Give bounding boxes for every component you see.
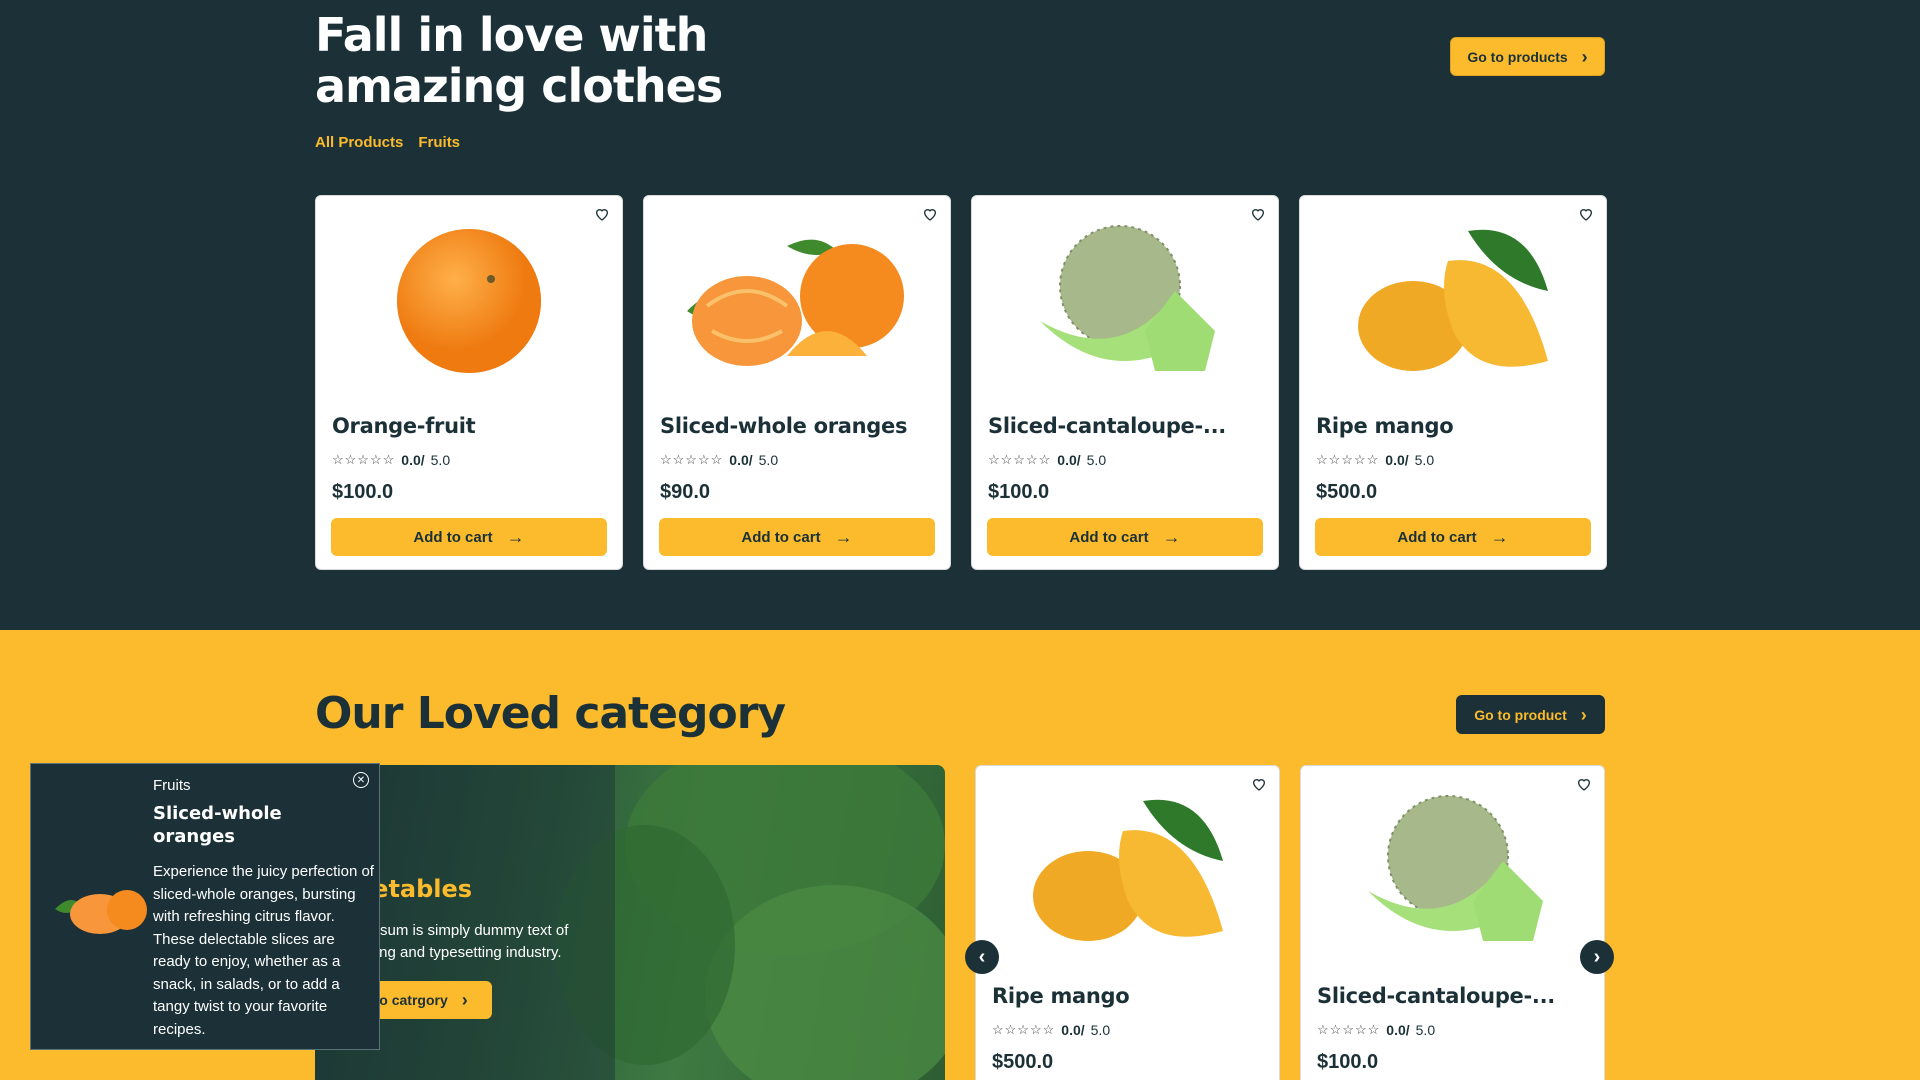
chevron-left-icon: ‹ (978, 945, 986, 968)
mango-image (1300, 216, 1606, 386)
arrow-right-icon: → (834, 526, 853, 547)
carousel-next-button[interactable]: › (1580, 940, 1614, 974)
add-to-cart-button[interactable]: Add to cart → (331, 518, 607, 556)
product-rating: ☆☆☆☆☆ 0.0/5.0 (1317, 1022, 1436, 1038)
product-price: $500.0 (1316, 481, 1378, 503)
filter-tabs: All Products Fruits (315, 134, 460, 151)
product-rating: ☆☆☆☆☆ 0.0/5.0 (332, 452, 451, 468)
product-price: $500.0 (992, 1051, 1054, 1073)
hero-section (0, 0, 1920, 630)
star-rating-icon: ☆☆☆☆☆ (1316, 452, 1380, 467)
arrow-right-icon: → (506, 526, 525, 547)
product-price: $100.0 (332, 481, 394, 503)
toast-description: Experience the juicy perfection of slice… (153, 863, 374, 1038)
product-price: $90.0 (660, 481, 711, 503)
mango-image (976, 786, 1279, 956)
product-name[interactable]: Sliced-whole oranges (660, 414, 940, 438)
product-rating: ☆☆☆☆☆ 0.0/5.0 (660, 452, 779, 468)
carousel-prev-button[interactable]: ‹ (965, 940, 999, 974)
banner-text: n Ipsum is simply dummy text of rinting … (355, 922, 569, 961)
product-notification-toast: Fruits Sliced-whole oranges Experience t… (30, 763, 380, 1050)
product-name[interactable]: Ripe mango (992, 984, 1272, 1008)
star-rating-icon: ☆☆☆☆☆ (992, 1022, 1056, 1037)
product-card[interactable]: Sliced-cantaloupe-... ☆☆☆☆☆ 0.0/5.0 $100.… (971, 195, 1279, 570)
product-card[interactable]: Sliced-whole oranges ☆☆☆☆☆ 0.0/5.0 $90.0 … (643, 195, 951, 570)
sliced-oranges-thumbnail (55, 890, 147, 934)
product-name[interactable]: Sliced-cantaloupe-... (988, 414, 1268, 438)
star-rating-icon: ☆☆☆☆☆ (1317, 1022, 1381, 1037)
star-rating-icon: ☆☆☆☆☆ (660, 452, 724, 467)
filter-all-products[interactable]: All Products (315, 134, 403, 151)
product-rating: ☆☆☆☆☆ 0.0/5.0 (988, 452, 1107, 468)
product-name[interactable]: Sliced-cantaloupe-... (1317, 984, 1597, 1008)
product-card[interactable]: Ripe mango ☆☆☆☆☆ 0.0/5.0 $500.0 Add to ca… (1299, 195, 1607, 570)
product-card[interactable]: Orange-fruit ☆☆☆☆☆ 0.0/5.0 $100.0 Add to … (315, 195, 623, 570)
vegetables-banner[interactable]: getables n Ipsum is simply dummy text of… (315, 765, 945, 1080)
toast-title: Sliced-whole oranges (153, 803, 282, 847)
arrow-right-icon: → (1490, 526, 1509, 547)
chevron-right-icon: › (1581, 46, 1588, 67)
orange-image (316, 216, 622, 386)
sliced-oranges-image (644, 216, 950, 386)
star-rating-icon: ☆☆☆☆☆ (332, 452, 396, 467)
arrow-right-icon: → (1162, 526, 1181, 547)
product-price: $100.0 (1317, 1051, 1379, 1073)
cantaloupe-image (972, 216, 1278, 386)
filter-fruits[interactable]: Fruits (418, 134, 460, 151)
chevron-right-icon: › (1580, 704, 1587, 725)
section-title: Our Loved category (315, 688, 786, 739)
product-name[interactable]: Ripe mango (1316, 414, 1596, 438)
add-to-cart-button[interactable]: Add to cart → (987, 518, 1263, 556)
toast-category: Fruits (153, 777, 191, 794)
go-to-product-button[interactable]: Go to product › (1456, 695, 1605, 734)
add-to-cart-button[interactable]: Add to cart → (1315, 518, 1591, 556)
go-to-products-button[interactable]: Go to products › (1450, 37, 1605, 76)
chevron-right-icon: › (461, 990, 468, 1010)
page-title: Fall in love with amazing clothes (315, 8, 723, 113)
category-product-card[interactable]: Ripe mango ☆☆☆☆☆ 0.0/5.0 $500.0 (975, 765, 1280, 1080)
cantaloupe-image (1301, 786, 1604, 956)
add-to-cart-button[interactable]: Add to cart → (659, 518, 935, 556)
close-icon[interactable]: ✕ (353, 772, 369, 788)
category-product-card[interactable]: Sliced-cantaloupe-... ☆☆☆☆☆ 0.0/5.0 $100.… (1300, 765, 1605, 1080)
star-rating-icon: ☆☆☆☆☆ (988, 452, 1052, 467)
product-name[interactable]: Orange-fruit (332, 414, 612, 438)
product-rating: ☆☆☆☆☆ 0.0/5.0 (992, 1022, 1111, 1038)
chevron-right-icon: › (1593, 945, 1601, 968)
product-rating: ☆☆☆☆☆ 0.0/5.0 (1316, 452, 1435, 468)
product-price: $100.0 (988, 481, 1050, 503)
